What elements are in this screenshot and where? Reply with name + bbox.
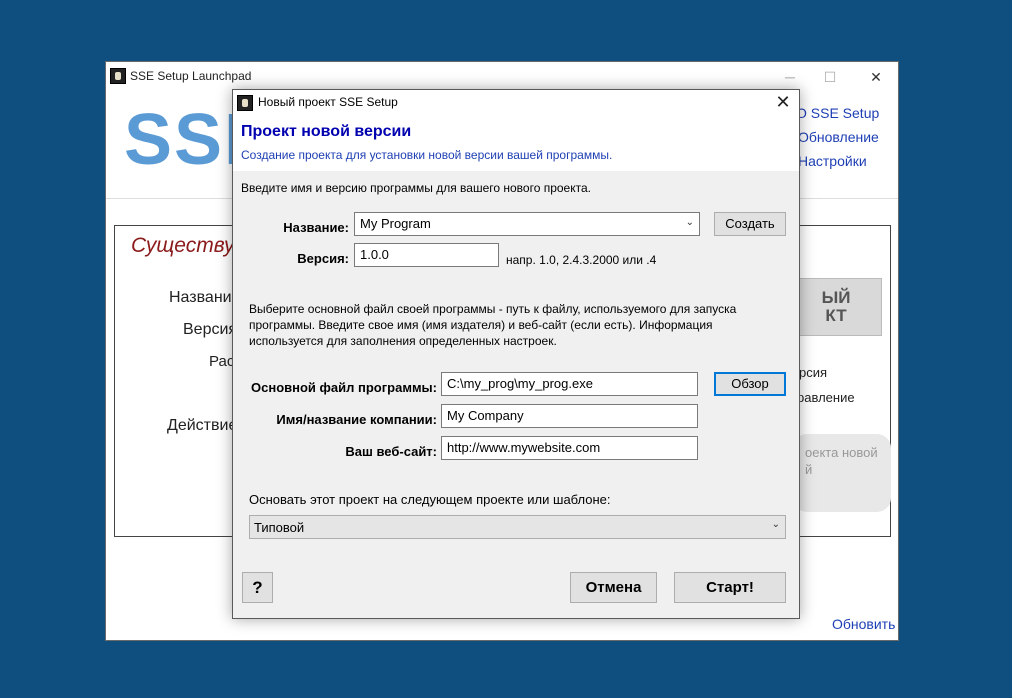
dialog-app-icon <box>237 95 253 111</box>
dialog-close-icon[interactable]: ✕ <box>767 90 799 115</box>
name-value: My Program <box>360 216 431 231</box>
version-input[interactable]: 1.0.0 <box>354 243 499 267</box>
dialog-heading: Проект новой версии <box>241 123 412 140</box>
bg-path-label: Рас <box>209 353 235 370</box>
bg-name-label: Название <box>169 289 241 306</box>
start-button[interactable]: Старт! <box>674 572 786 603</box>
close-button[interactable]: ✕ <box>856 66 896 88</box>
link-settings[interactable]: Настройки <box>798 153 867 169</box>
mainfile-input[interactable]: C:\my_prog\my_prog.exe <box>441 372 698 396</box>
template-combobox[interactable]: Типовой ⌄ <box>249 515 786 539</box>
help-button[interactable]: ? <box>242 572 273 603</box>
new-project-button[interactable]: ЫЙ КТ <box>790 278 882 336</box>
name-label: Название: <box>283 220 349 235</box>
maximize-button[interactable]: ☐ <box>810 66 850 88</box>
bg-action-label: Действие <box>167 417 238 434</box>
cancel-button[interactable]: Отмена <box>570 572 657 603</box>
mainfile-label: Основной файл программы: <box>251 380 437 395</box>
launchpad-titlebar: SSE Setup Launchpad ─ ☐ ✕ <box>106 62 898 92</box>
new-project-dialog: Новый проект SSE Setup ✕ Проект новой ве… <box>232 89 800 619</box>
company-input[interactable]: My Company <box>441 404 698 428</box>
dialog-title: Новый проект SSE Setup <box>258 95 398 109</box>
app-icon <box>110 68 126 84</box>
chevron-down-icon: ⌄ <box>685 217 694 228</box>
link-update[interactable]: Обновление <box>798 129 879 145</box>
bg-option-manage[interactable]: равление <box>797 390 855 405</box>
minimize-button[interactable]: ─ <box>770 66 810 88</box>
link-about[interactable]: О SSE Setup <box>796 105 879 121</box>
website-input[interactable]: http://www.mywebsite.com <box>441 436 698 460</box>
company-label: Имя/название компании: <box>276 412 437 427</box>
bg-version-label: Версия <box>183 321 238 338</box>
browse-button[interactable]: Обзор <box>714 372 786 396</box>
dialog-titlebar: Новый проект SSE Setup ✕ <box>233 90 799 115</box>
website-label: Ваш веб-сайт: <box>345 444 437 459</box>
refresh-link[interactable]: Обновить <box>832 616 895 632</box>
dialog-header: Проект новой версии Создание проекта для… <box>233 115 799 171</box>
version-label: Версия: <box>297 251 349 266</box>
description-text: Выберите основной файл своей программы -… <box>249 302 737 348</box>
chevron-down-icon: ⌄ <box>771 519 780 530</box>
launchpad-title: SSE Setup Launchpad <box>130 69 252 83</box>
dialog-subheading: Создание проекта для установки новой вер… <box>241 148 613 162</box>
bg-option-version[interactable]: рсия <box>799 365 827 380</box>
version-hint: напр. 1.0, 2.4.3.2000 или .4 <box>506 253 657 267</box>
existing-heading: Существу <box>131 234 235 257</box>
name-combobox[interactable]: My Program ⌄ <box>354 212 700 236</box>
template-label: Основать этот проект на следующем проект… <box>249 492 611 507</box>
intro-text: Введите имя и версию программы для вашег… <box>241 181 591 195</box>
bg-new-version-tile[interactable]: оекта новой й <box>793 434 891 512</box>
template-value: Типовой <box>254 520 305 535</box>
create-button[interactable]: Создать <box>714 212 786 236</box>
